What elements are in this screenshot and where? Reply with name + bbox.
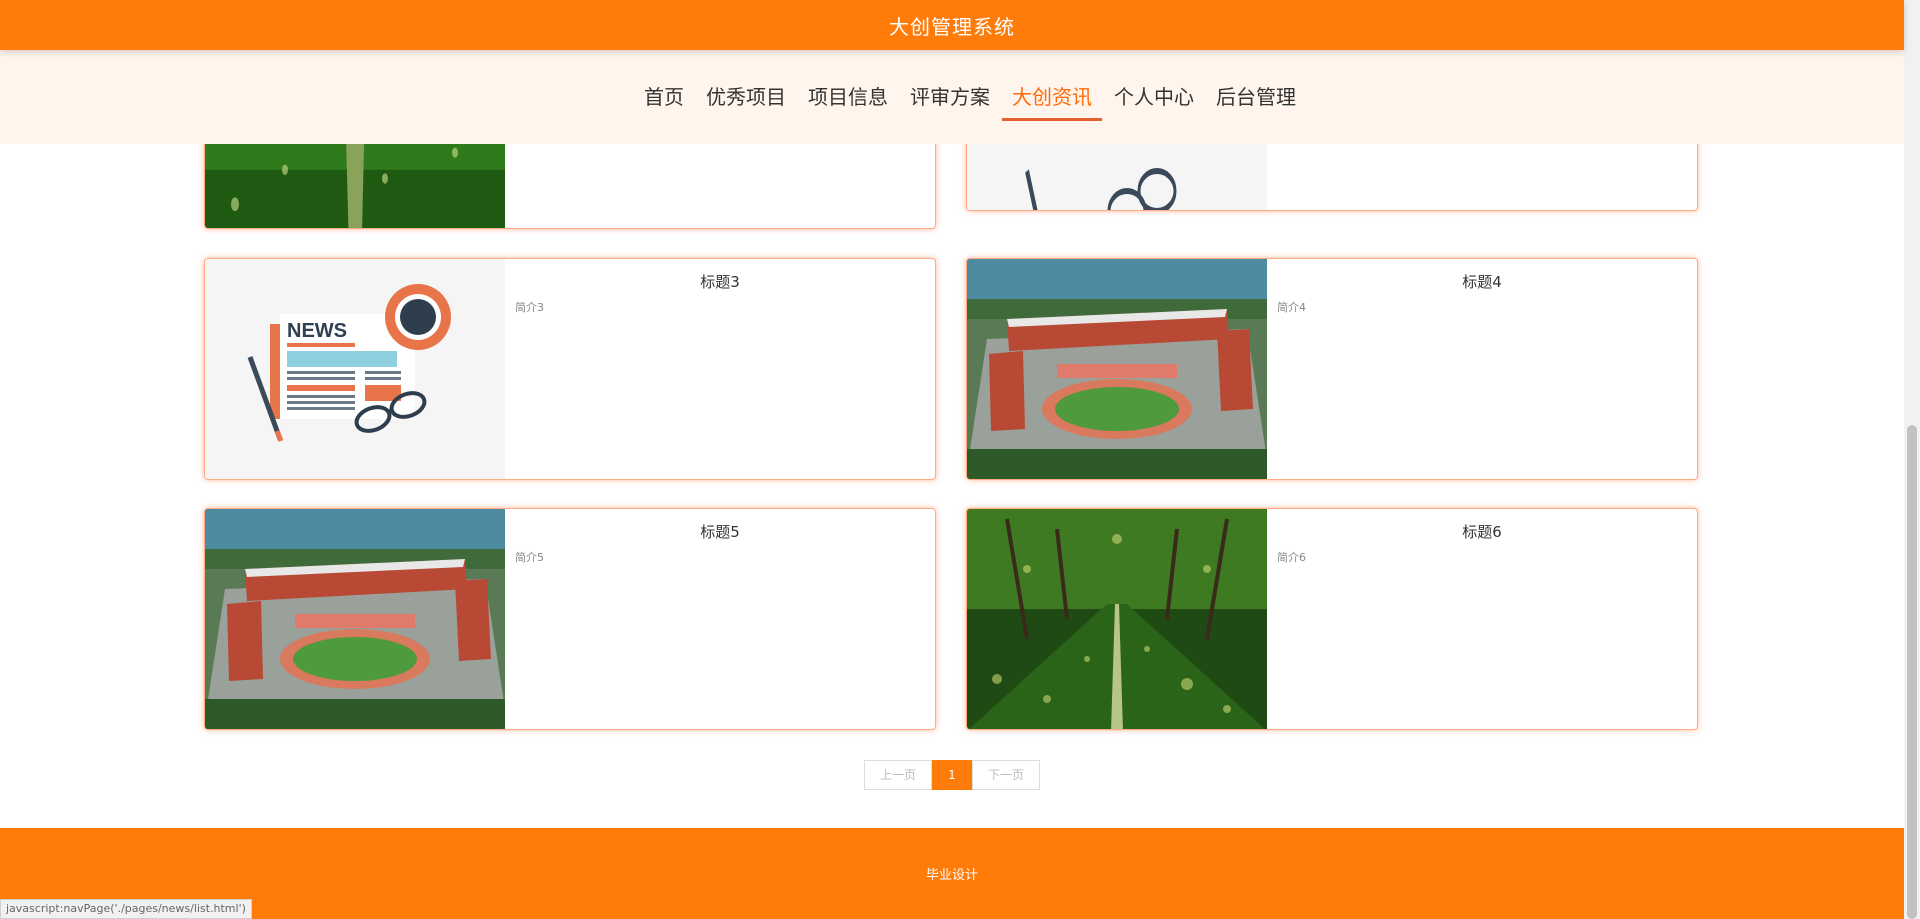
next-page-button[interactable]: 下一页	[972, 760, 1040, 790]
news-card-6[interactable]: 标题6 简介6	[966, 508, 1698, 730]
pagination: 上一页 1 下一页	[864, 760, 1040, 790]
top-header: 大创管理系统	[0, 0, 1904, 50]
news-card-5[interactable]: 标题5 简介5	[204, 508, 936, 730]
footer: 毕业设计	[0, 828, 1904, 919]
status-bar-url: javascript:navPage('./pages/news/list.ht…	[0, 899, 252, 919]
nav-list: 首页 优秀项目 项目信息 评审方案 大创资讯 个人中心 后台管理	[633, 75, 1307, 121]
campus-aerial-image	[205, 509, 505, 729]
campus-aerial-image	[967, 259, 1267, 479]
current-page-button[interactable]: 1	[932, 760, 972, 790]
svg-text:NEWS: NEWS	[287, 320, 347, 342]
news-illustration-image: NEWS	[205, 259, 505, 479]
news-summary: 简介6	[1277, 551, 1306, 564]
news-card-3[interactable]: NEWS 标题3 简介3	[204, 258, 936, 480]
footer-text: 毕业设计	[925, 868, 978, 883]
nav-item-personal-center[interactable]: 个人中心	[1103, 75, 1205, 119]
tree-lined-road-image	[967, 509, 1267, 729]
news-title[interactable]: 标题5	[505, 521, 935, 542]
news-title[interactable]: 标题6	[1267, 521, 1697, 542]
scrollbar-thumb[interactable]	[1907, 425, 1917, 919]
news-title[interactable]: 标题3	[505, 271, 935, 292]
news-card-4[interactable]: 标题4 简介4	[966, 258, 1698, 480]
nav-item-excellent-projects[interactable]: 优秀项目	[695, 75, 797, 119]
nav-item-news[interactable]: 大创资讯	[1001, 75, 1103, 121]
news-summary: 简介4	[1277, 301, 1306, 314]
main-nav: 首页 优秀项目 项目信息 评审方案 大创资讯 个人中心 后台管理	[0, 50, 1904, 144]
nav-item-admin[interactable]: 后台管理	[1205, 75, 1307, 119]
news-title[interactable]: 标题4	[1267, 271, 1697, 292]
site-title: 大创管理系统	[889, 14, 1015, 39]
news-summary: 简介3	[515, 301, 544, 314]
nav-item-home[interactable]: 首页	[633, 75, 695, 119]
prev-page-button[interactable]: 上一页	[864, 760, 932, 790]
nav-item-project-info[interactable]: 项目信息	[797, 75, 899, 119]
nav-item-review-plan[interactable]: 评审方案	[899, 75, 1001, 119]
news-summary: 简介5	[515, 551, 544, 564]
